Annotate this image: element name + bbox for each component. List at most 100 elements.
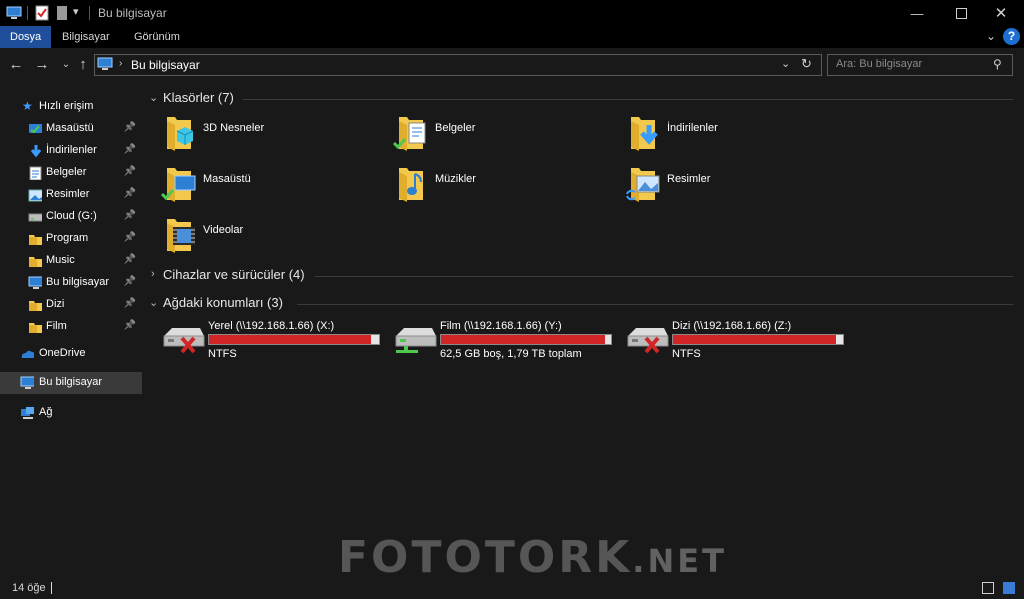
- folder-label: Müzikler: [435, 173, 476, 185]
- folder-tile[interactable]: Videolar: [161, 215, 381, 261]
- sidebar-item-quick-access[interactable]: ★ Hızlı erişim: [0, 96, 142, 118]
- title-bar: ▾ Bu bilgisayar — ✕: [0, 0, 1024, 26]
- sidebar-item[interactable]: İndirilenler 📌: [0, 140, 142, 162]
- large-icons-view-icon[interactable]: [1003, 582, 1015, 594]
- pin-icon[interactable]: 📌: [124, 232, 136, 243]
- title-divider: [89, 6, 90, 20]
- sidebar-item[interactable]: Resimler 📌: [0, 184, 142, 206]
- network-drive-tile[interactable]: Dizi (\\192.168.1.66) (Z:) NTFS: [624, 318, 854, 364]
- sidebar-item-onedrive[interactable]: OneDrive: [0, 343, 142, 365]
- videos-folder-icon: [167, 219, 195, 253]
- pin-icon[interactable]: 📌: [124, 276, 136, 287]
- up-button[interactable]: ↑: [73, 56, 93, 73]
- status-bar: 14 öğe: [0, 578, 1024, 599]
- tab-gorunum[interactable]: Görünüm: [124, 26, 190, 48]
- pin-icon[interactable]: 📌: [124, 122, 136, 133]
- network-drive-tile[interactable]: Yerel (\\192.168.1.66) (X:) NTFS: [160, 318, 390, 364]
- folder-tile[interactable]: Belgeler: [393, 113, 613, 159]
- folder-icon: [29, 235, 42, 245]
- search-box[interactable]: Ara: Bu bilgisayar ⚲: [827, 54, 1013, 76]
- sidebar-item[interactable]: Masaüstü 📌: [0, 118, 142, 140]
- documents-icon: [29, 166, 42, 180]
- pin-icon[interactable]: 📌: [124, 188, 136, 199]
- folder-tile[interactable]: Resimler: [625, 164, 845, 210]
- sidebar-item-label: Cloud (G:): [46, 210, 97, 222]
- breadcrumb[interactable]: Bu bilgisayar: [131, 58, 200, 72]
- network-drive-tile[interactable]: Film (\\192.168.1.66) (Y:) 62,5 GB boş, 1…: [392, 318, 622, 364]
- drive-info: 62,5 GB boş, 1,79 TB toplam: [440, 348, 582, 360]
- sidebar-item[interactable]: Bu bilgisayar 📌: [0, 272, 142, 294]
- tab-dosya[interactable]: Dosya: [0, 26, 52, 48]
- chevron-down-icon: ⌄: [149, 92, 159, 104]
- folder-tile[interactable]: 3D Nesneler: [161, 113, 381, 159]
- section-title: Ağdaki konumları (3): [163, 295, 283, 310]
- folder-label: Masaüstü: [203, 173, 251, 185]
- pictures-folder-icon: [626, 168, 660, 202]
- new-folder-icon[interactable]: [56, 5, 68, 21]
- close-button[interactable]: ✕: [978, 0, 1024, 26]
- folder-tile[interactable]: Müzikler: [393, 164, 613, 210]
- ribbon-tabs: Dosya Bilgisayar Görünüm ⌄ ?: [0, 26, 1024, 48]
- section-title: Klasörler (7): [163, 90, 234, 105]
- breadcrumb-chevron-icon[interactable]: ›: [119, 58, 122, 69]
- sidebar-item[interactable]: Program 📌: [0, 228, 142, 250]
- 3d-objects-folder-icon: [167, 117, 194, 151]
- arrow-right-icon: →: [34, 56, 50, 73]
- folder-label: Videolar: [203, 224, 244, 236]
- forward-button[interactable]: →: [32, 56, 52, 73]
- back-button[interactable]: ←: [6, 56, 26, 73]
- downloads-folder-icon: [631, 117, 658, 151]
- tab-bilgisayar[interactable]: Bilgisayar: [52, 26, 120, 48]
- section-folders[interactable]: ⌄ Klasörler (7): [143, 90, 1013, 108]
- pin-icon[interactable]: 📌: [124, 144, 136, 155]
- maximize-icon: [955, 7, 967, 19]
- drive-label: Yerel (\\192.168.1.66) (X:): [208, 320, 335, 332]
- folder-tile[interactable]: İndirilenler: [625, 113, 845, 159]
- quick-access-dropdown-icon[interactable]: ▾: [73, 5, 79, 18]
- address-bar[interactable]: › Bu bilgisayar ⌄ ↻: [94, 54, 822, 76]
- sidebar-item[interactable]: Film 📌: [0, 316, 142, 338]
- music-folder-icon: [399, 168, 423, 202]
- sidebar-item[interactable]: Dizi 📌: [0, 294, 142, 316]
- help-icon[interactable]: ?: [1003, 28, 1020, 45]
- sidebar-item-label: Hızlı erişim: [39, 100, 94, 112]
- sidebar-item[interactable]: Belgeler 📌: [0, 162, 142, 184]
- watermark-tld: .NET: [632, 542, 727, 580]
- desktop-folder-icon: [161, 168, 196, 202]
- pin-icon[interactable]: 📌: [124, 254, 136, 265]
- properties-icon[interactable]: [35, 5, 49, 21]
- capacity-free-fill: [370, 335, 379, 344]
- sidebar-item[interactable]: Music 📌: [0, 250, 142, 272]
- folder-icon: [29, 257, 42, 267]
- sidebar-item-label: Bu bilgisayar: [46, 276, 109, 288]
- refresh-icon[interactable]: ↻: [801, 56, 812, 72]
- section-devices[interactable]: › Cihazlar ve sürücüler (4): [143, 267, 1013, 285]
- computer-icon: [28, 276, 42, 289]
- section-network-locations[interactable]: ⌄ Ağdaki konumları (3): [143, 295, 1013, 313]
- minimize-button[interactable]: —: [894, 0, 940, 26]
- close-icon: ✕: [994, 5, 1008, 22]
- sidebar-item-this-pc[interactable]: Bu bilgisayar: [0, 372, 142, 394]
- sidebar-item-label: Ağ: [39, 406, 53, 418]
- onedrive-icon: [21, 350, 34, 358]
- chevron-right-icon: ›: [151, 268, 155, 280]
- details-view-icon[interactable]: [982, 582, 994, 594]
- chevron-down-icon: ⌄: [149, 297, 159, 309]
- ribbon-expand-icon[interactable]: ⌄: [986, 29, 996, 43]
- drive-label: Film (\\192.168.1.66) (Y:): [440, 320, 562, 332]
- status-divider: [51, 582, 52, 594]
- folder-tile[interactable]: Masaüstü: [161, 164, 381, 210]
- pin-icon[interactable]: 📌: [124, 210, 136, 221]
- sidebar-item-label: Dizi: [46, 298, 65, 310]
- sidebar-item-network[interactable]: Ağ: [0, 402, 142, 424]
- address-dropdown-icon[interactable]: ⌄: [781, 57, 790, 70]
- sidebar-item-label: OneDrive: [39, 347, 86, 359]
- pin-icon[interactable]: 📌: [124, 298, 136, 309]
- search-placeholder: Ara: Bu bilgisayar: [836, 58, 923, 70]
- pin-icon[interactable]: 📌: [124, 320, 136, 331]
- documents-folder-icon: [393, 117, 426, 151]
- sidebar-item[interactable]: Cloud (G:) 📌: [0, 206, 142, 228]
- drive-icon: [28, 213, 42, 222]
- search-icon[interactable]: ⚲: [993, 57, 1002, 71]
- pin-icon[interactable]: 📌: [124, 166, 136, 177]
